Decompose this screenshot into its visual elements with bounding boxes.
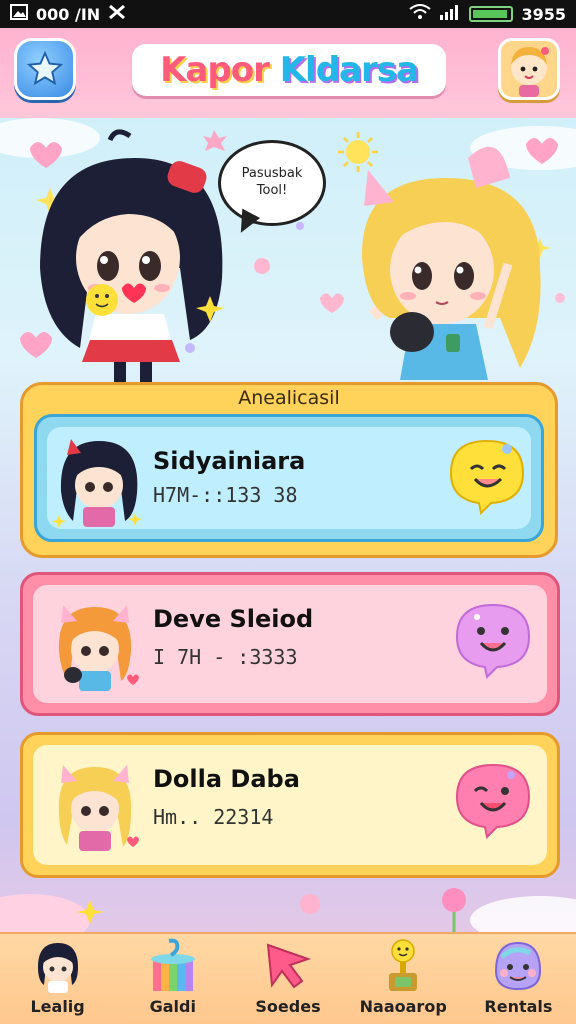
nav-item-lealig[interactable]: Lealig	[0, 934, 115, 1024]
notification-icon	[108, 4, 126, 24]
card-meta: Hm.. 22314	[153, 805, 274, 829]
nav-label: Soedes	[255, 997, 321, 1016]
dark-haired-girl-character	[40, 129, 224, 382]
blob-icon	[495, 941, 542, 991]
card-name: Dolla Daba	[153, 765, 300, 793]
bottom-scenery	[0, 888, 576, 932]
blonde-cat-eared-girl-character	[361, 146, 541, 380]
app-title-banner: Kapor Kldarsa	[132, 44, 446, 96]
status-bar: 000 /IN 3955	[0, 0, 576, 28]
yellow-smiley-blob-icon	[449, 439, 525, 515]
wifi-icon	[409, 4, 432, 24]
bottom-navigation: Lealig Galdi Soedes Naaoarop Rentals	[0, 932, 576, 1024]
pink-smiley-blob-icon	[455, 603, 531, 679]
girl-avatar-icon	[37, 943, 78, 993]
nav-label: Galdi	[149, 997, 196, 1016]
gift-box-icon	[150, 938, 195, 991]
status-left-text: 000 /IN	[36, 4, 101, 24]
contact-card[interactable]: Dolla Daba Hm.. 22314	[20, 732, 560, 878]
orange-haired-girl-avatar	[58, 605, 139, 691]
image-notification-icon	[10, 4, 28, 24]
card-meta: H7M-::133 38	[153, 483, 298, 507]
blonde-girl-avatar	[58, 765, 139, 851]
nav-item-naaoarop[interactable]: Naaoarop	[346, 934, 461, 1024]
nav-label: Naaoarop	[359, 997, 447, 1016]
app-title: Kapor Kldarsa	[160, 50, 419, 90]
card-meta: I 7H - :3333	[153, 645, 298, 669]
battery-icon	[469, 6, 514, 22]
profile-avatar-icon	[511, 47, 549, 97]
speech-line-2: Tool!	[256, 183, 288, 198]
nav-item-rentals[interactable]: Rentals	[461, 934, 576, 1024]
panel-label: Anealicasil	[238, 387, 340, 409]
trophy-icon	[389, 939, 418, 991]
pink-arrow-icon	[266, 943, 312, 989]
card-name: Sidyainiara	[153, 447, 306, 475]
profile-avatar-button[interactable]	[498, 38, 560, 100]
contact-card[interactable]: Deve Sleiod I 7H - :3333	[20, 572, 560, 716]
nav-item-galdi[interactable]: Galdi	[115, 934, 230, 1024]
speech-line-1: Pasusbak	[241, 166, 303, 182]
contact-card[interactable]: Sidyainiara H7M-::133 38	[34, 414, 544, 542]
favorites-star-button[interactable]	[14, 38, 76, 100]
star-icon	[26, 50, 64, 86]
nav-item-soedes[interactable]: Soedes	[230, 934, 345, 1024]
app-title-part2: Kldarsa	[279, 50, 419, 90]
speech-bubble: Pasusbak Tool!	[218, 140, 326, 226]
sun-icon	[338, 132, 378, 172]
magenta-smiley-blob-icon	[455, 763, 531, 839]
nav-label: Rentals	[484, 997, 553, 1016]
app-title-part1: Kapor	[160, 50, 270, 90]
battery-text: 3955	[521, 4, 566, 24]
signal-icon	[439, 4, 461, 24]
dark-haired-girl-avatar	[52, 439, 142, 528]
card-name: Deve Sleiod	[153, 605, 314, 633]
nav-label: Lealig	[30, 997, 85, 1016]
